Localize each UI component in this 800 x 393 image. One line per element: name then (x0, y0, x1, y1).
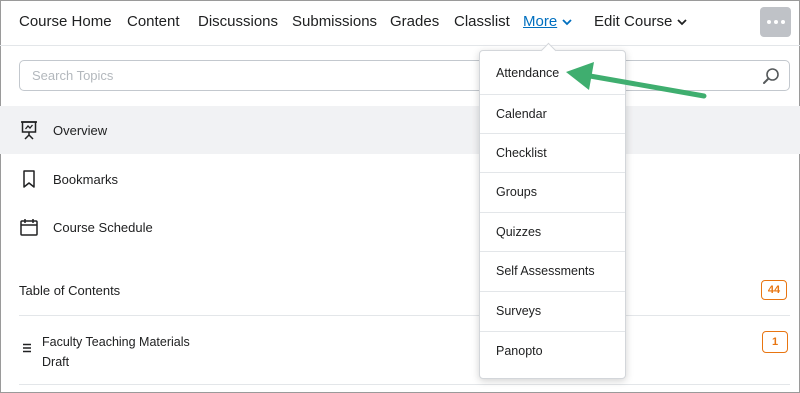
annotation-arrow-icon (566, 62, 707, 99)
